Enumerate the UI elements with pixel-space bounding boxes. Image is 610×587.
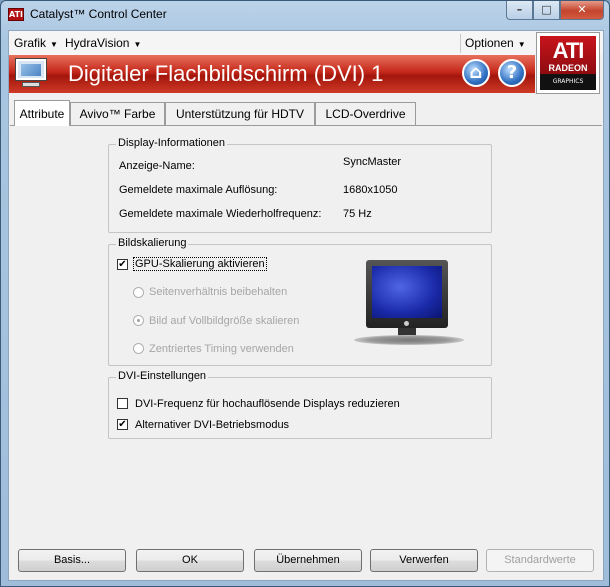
display-name-label: Anzeige-Name: (119, 160, 195, 172)
ati-app-icon: ATI (8, 8, 24, 21)
radio-aspect-ratio-label: Seitenverhältnis beibehalten (149, 286, 288, 298)
chevron-down-icon: ▼ (517, 40, 526, 49)
home-icon[interactable]: ⌂ (462, 59, 490, 87)
max-resolution-label: Gemeldete maximale Auflösung: (119, 184, 278, 196)
apply-button[interactable]: Übernehmen (254, 549, 362, 572)
max-refresh-value: 75 Hz (343, 208, 372, 220)
client-area: Grafik ▼ HydraVision ▼ Optionen ▼ ATI RADEO… (8, 30, 604, 581)
display-name-value: SyncMaster (343, 156, 402, 168)
menu-optionen[interactable]: Optionen ▼ (465, 36, 526, 50)
gpu-scaling-checkbox[interactable]: ✔ (117, 259, 128, 270)
menu-optionen-label: Optionen (465, 36, 514, 50)
ati-brand-text: ATI (552, 38, 585, 63)
max-resolution-value: 1680x1050 (343, 184, 398, 196)
defaults-button[interactable]: Standardwerte (486, 549, 594, 572)
display-info-group: Display-Informationen Anzeige-Name: Sync… (108, 137, 492, 233)
close-button[interactable]: ✕ (560, 1, 604, 20)
minimize-button[interactable]: – (506, 1, 533, 20)
graphics-text: GRAPHICS (552, 78, 584, 85)
tab-hdtv[interactable]: Unterstützung für HDTV (165, 102, 315, 125)
dvi-frequency-checkbox[interactable] (117, 398, 128, 409)
radio-full-screen-label: Bild auf Vollbildgröße skalieren (149, 315, 300, 327)
display-info-legend: Display-Informationen (116, 137, 227, 149)
radio-full-screen[interactable] (133, 315, 144, 326)
ati-radeon-logo: ATI RADEON GRAPHICS (536, 32, 600, 94)
menu-hydravision[interactable]: HydraVision ▼ (65, 36, 141, 50)
attribute-panel: Display-Informationen Anzeige-Name: Sync… (10, 125, 602, 543)
gpu-scaling-label-text: GPU-Skalierung aktivieren (133, 257, 267, 271)
dvi-settings-legend: DVI-Einstellungen (116, 370, 209, 382)
menu-hydravision-label: HydraVision (65, 36, 130, 50)
menu-separator (460, 34, 461, 53)
tab-avivo-farbe[interactable]: Avivo™ Farbe (70, 102, 165, 125)
monitor-illustration-frame (366, 260, 448, 328)
help-icon[interactable]: ? (498, 59, 526, 87)
monitor-illustration-base (354, 335, 464, 345)
page-header: Digitaler Flachbildschirm (DVI) 1 ⌂ ? (9, 55, 535, 93)
monitor-illustration (354, 260, 474, 360)
radeon-text: RADEON (548, 63, 588, 73)
scaling-group: Bildskalierung ✔ GPU-Skalierung aktivier… (108, 237, 492, 366)
dvi-settings-group: DVI-Einstellungen DVI-Frequenz für hocha… (108, 370, 492, 439)
gpu-scaling-label[interactable]: GPU-Skalierung aktivieren (133, 257, 267, 271)
page-title: Digitaler Flachbildschirm (DVI) 1 (68, 61, 384, 86)
menu-grafik-label: Grafik (14, 36, 47, 50)
scaling-legend: Bildskalierung (116, 237, 189, 249)
alt-dvi-mode-checkbox[interactable]: ✔ (117, 419, 128, 430)
title-bar[interactable]: ATI Catalyst™ Control Center – □ ✕ (1, 1, 609, 29)
chevron-down-icon: ▼ (50, 40, 58, 49)
monitor-illustration-power (404, 321, 409, 326)
tab-lcd-overdrive[interactable]: LCD-Overdrive (315, 102, 416, 125)
window-controls: – □ ✕ (506, 1, 604, 20)
alt-dvi-mode-label: Alternativer DVI-Betriebsmodus (135, 419, 290, 431)
menu-grafik[interactable]: Grafik ▼ (14, 36, 58, 50)
menu-bar: Grafik ▼ HydraVision ▼ Optionen ▼ (9, 31, 603, 55)
maximize-button[interactable]: □ (533, 1, 560, 20)
max-refresh-label: Gemeldete maximale Wiederholfrequenz: (119, 208, 322, 220)
button-bar: Basis... OK Übernehmen Verwerfen Standar… (9, 544, 603, 580)
catalyst-window: ATI Catalyst™ Control Center – □ ✕ Grafi… (0, 0, 610, 587)
monitor-icon-stand (22, 82, 40, 87)
ok-button[interactable]: OK (136, 549, 244, 572)
dvi-frequency-label: DVI-Frequenz für hochauflösende Displays… (135, 398, 400, 410)
ati-logo-badge: ATI RADEON GRAPHICS (540, 36, 596, 90)
chevron-down-icon: ▼ (133, 40, 142, 49)
tab-attribute[interactable]: Attribute (14, 100, 70, 126)
discard-button[interactable]: Verwerfen (370, 549, 478, 572)
basis-button[interactable]: Basis... (18, 549, 126, 572)
monitor-icon (14, 58, 48, 88)
monitor-icon-screen (16, 59, 46, 80)
monitor-illustration-screen (372, 266, 442, 318)
window-title: Catalyst™ Control Center (30, 7, 167, 21)
radio-centered-timing[interactable] (133, 343, 144, 354)
radio-centered-timing-label: Zentriertes Timing verwenden (149, 343, 294, 355)
radio-aspect-ratio[interactable] (133, 287, 144, 298)
